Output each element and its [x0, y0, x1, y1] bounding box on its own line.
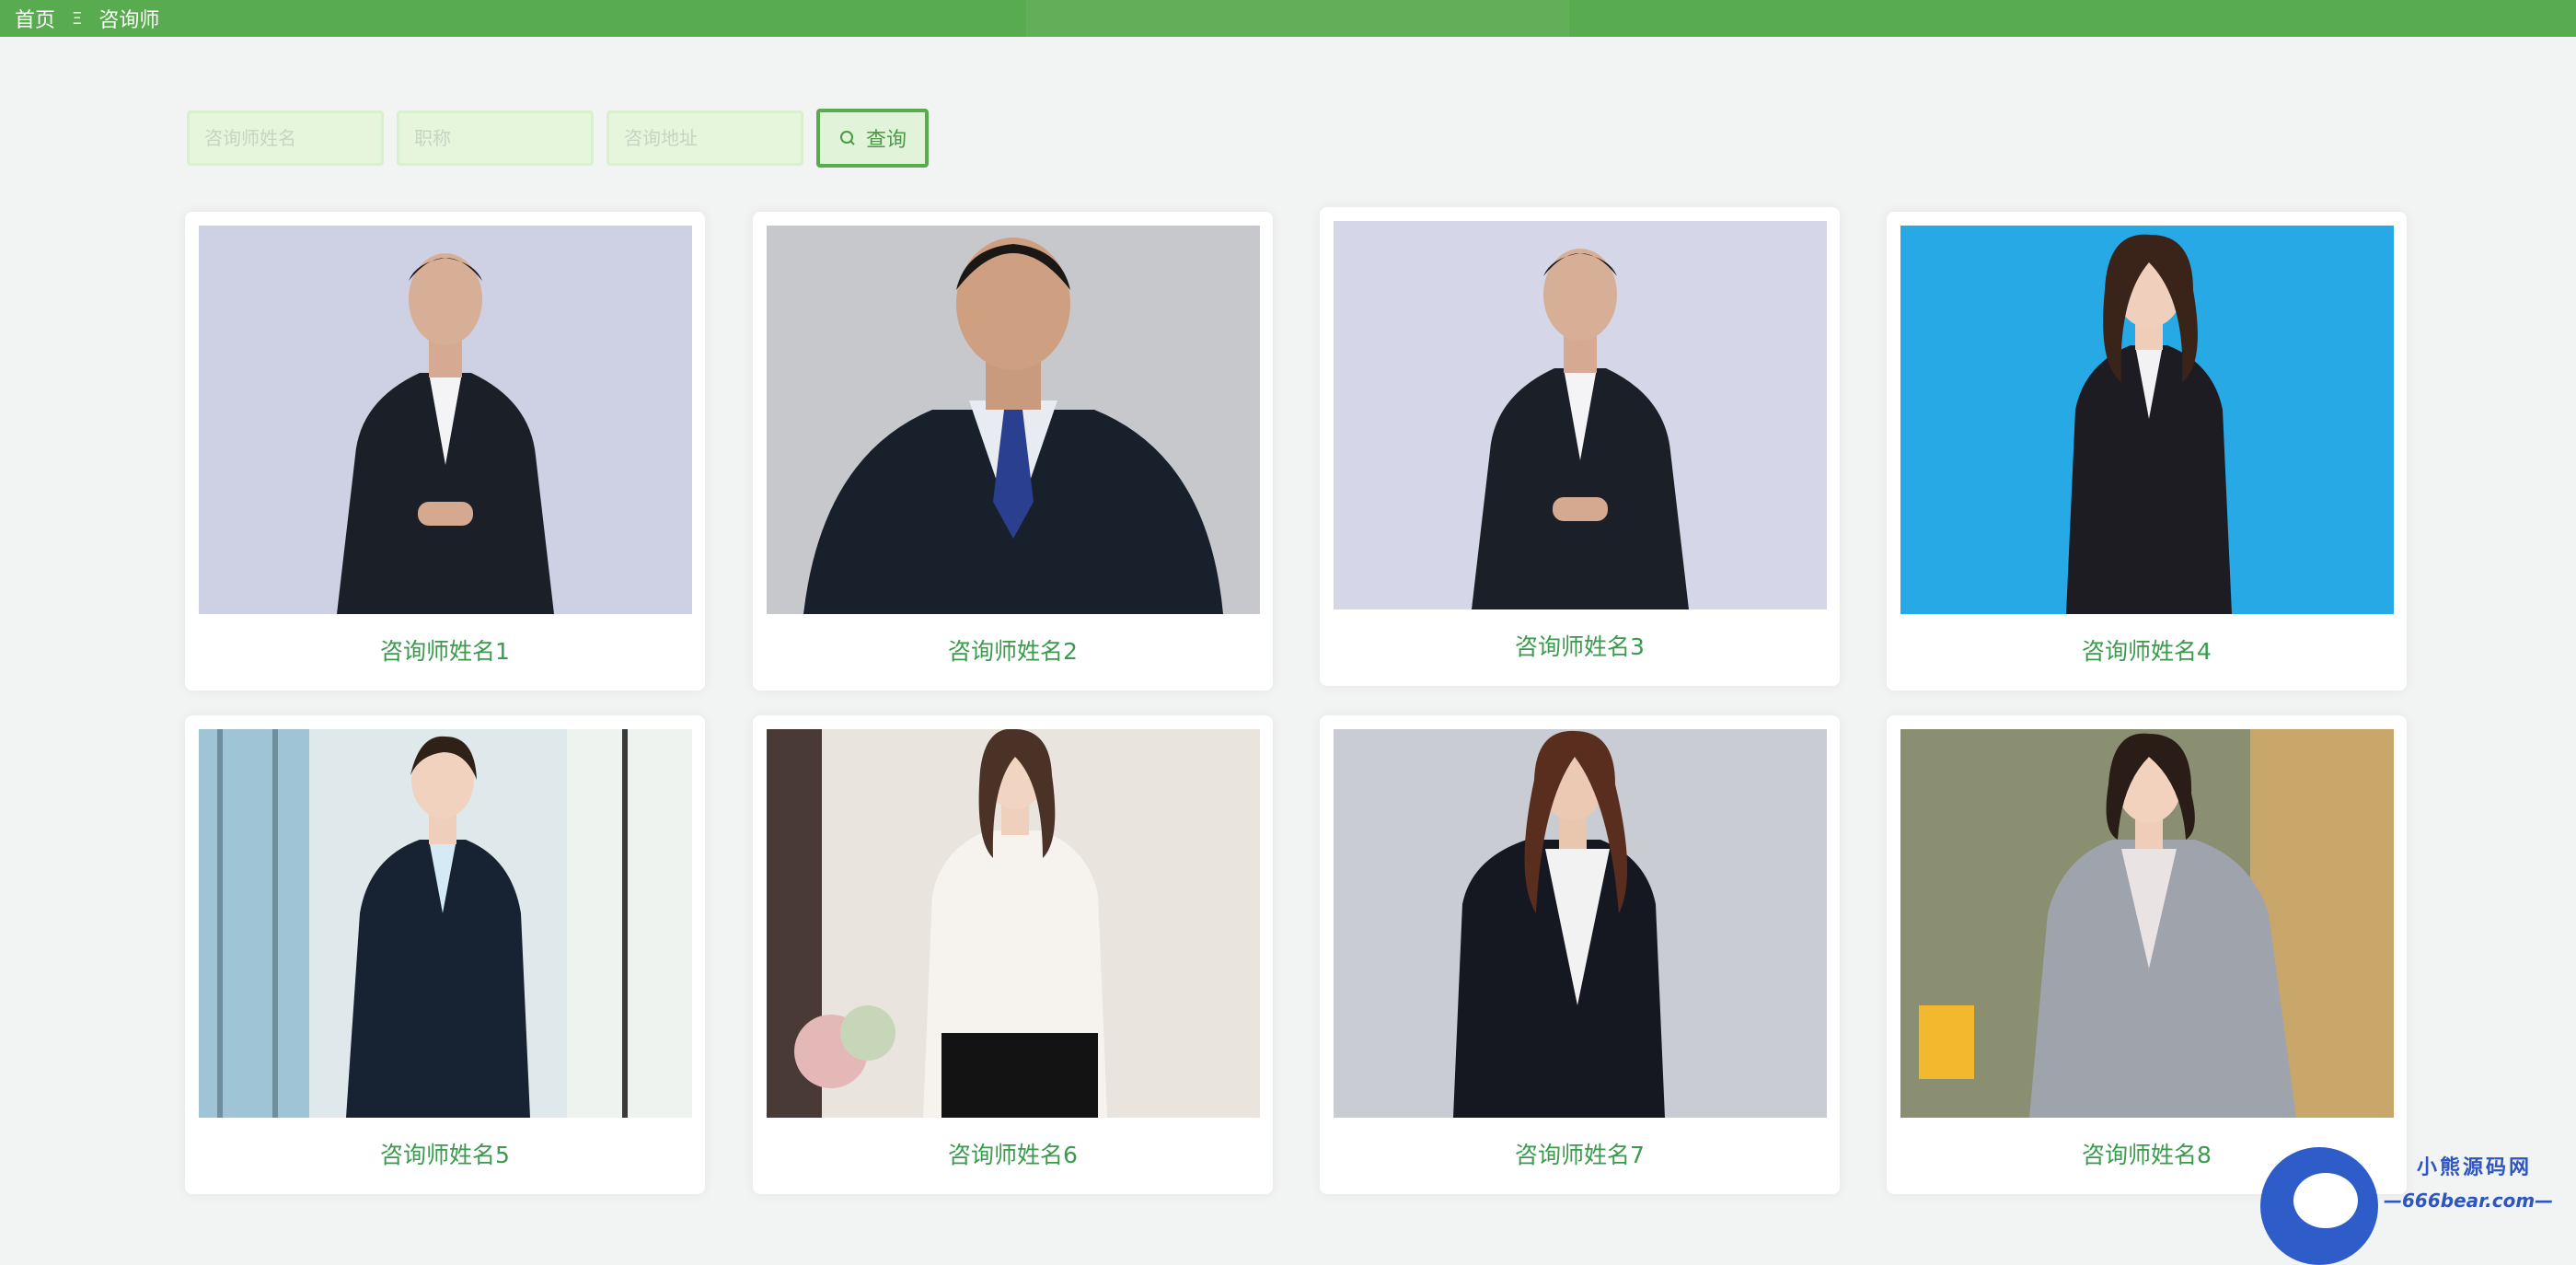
nav-highlight [1026, 0, 1569, 37]
consultant-photo[interactable] [1900, 226, 2394, 614]
bear-logo-icon [2260, 1147, 2378, 1265]
consultant-photo[interactable] [767, 226, 1260, 614]
consultant-card[interactable]: 咨询师姓名8 [1887, 715, 2407, 1194]
search-button[interactable]: 查询 [816, 109, 929, 168]
breadcrumb-home[interactable]: 首页 [15, 4, 55, 33]
consultant-card[interactable]: 咨询师姓名2 [753, 212, 1273, 691]
consultant-photo[interactable] [199, 729, 692, 1118]
watermark-url: —666bear.com— [2384, 1190, 2554, 1212]
consultant-card[interactable]: 咨询师姓名7 [1320, 715, 1840, 1194]
consultant-name[interactable]: 咨询师姓名4 [1887, 633, 2407, 667]
top-nav-bar: 首页 Ξ 咨询师 [0, 0, 2576, 37]
consultant-photo[interactable] [767, 729, 1260, 1118]
consultant-name[interactable]: 咨询师姓名7 [1320, 1137, 1840, 1170]
consultant-name-input[interactable] [187, 110, 384, 166]
search-icon [839, 131, 855, 145]
consultant-card[interactable]: 咨询师姓名5 [185, 715, 705, 1194]
consultant-name[interactable]: 咨询师姓名5 [185, 1137, 705, 1170]
consultant-name[interactable]: 咨询师姓名6 [753, 1137, 1273, 1170]
watermark-title: 小熊源码网 [2417, 1156, 2533, 1179]
search-button-label: 查询 [865, 129, 907, 152]
breadcrumb: 首页 Ξ 咨询师 [0, 4, 159, 33]
title-input[interactable] [397, 110, 594, 166]
site-watermark: 小熊源码网 —666bear.com— [2255, 1142, 2576, 1265]
search-bar: 查询 [187, 109, 929, 168]
consultant-photo[interactable] [1334, 729, 1827, 1118]
bear-face-icon [2293, 1173, 2358, 1228]
consultant-photo[interactable] [1900, 729, 2394, 1118]
breadcrumb-current: 咨询师 [98, 9, 160, 32]
consultant-name[interactable]: 咨询师姓名3 [1320, 629, 1840, 662]
consultant-card[interactable]: 咨询师姓名6 [753, 715, 1273, 1194]
consultant-card[interactable]: 咨询师姓名4 [1887, 212, 2407, 691]
consultant-photo[interactable] [199, 226, 692, 614]
consultant-name[interactable]: 咨询师姓名2 [753, 633, 1273, 667]
address-input[interactable] [606, 110, 803, 166]
consultant-card[interactable]: 咨询师姓名1 [185, 212, 705, 691]
consultant-photo[interactable] [1334, 221, 1827, 609]
consultant-name[interactable]: 咨询师姓名1 [185, 633, 705, 667]
consultant-card[interactable]: 咨询师姓名3 [1320, 207, 1840, 686]
breadcrumb-separator-icon: Ξ [72, 8, 83, 29]
